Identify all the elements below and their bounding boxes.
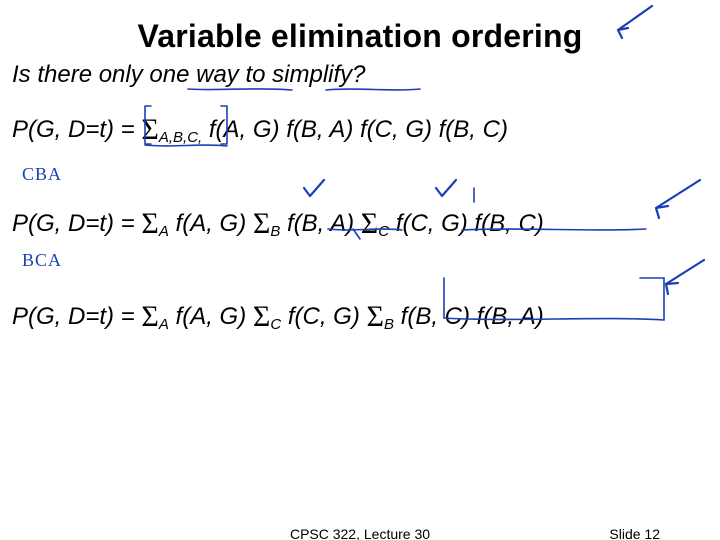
ink-arrow-eq3-right bbox=[660, 256, 710, 301]
sigma-icon: Σ bbox=[361, 207, 378, 240]
eq3-midC: f(C, G) bbox=[281, 303, 366, 330]
sigma-icon: Σ bbox=[141, 113, 158, 146]
eq2-lhs: P(G, D=t) = bbox=[12, 210, 141, 237]
eq2-subC: C bbox=[378, 223, 389, 240]
eq1-lhs: P(G, D=t) = bbox=[12, 116, 141, 143]
eq2-subA: A bbox=[159, 223, 169, 240]
ink-label-cba: CBA bbox=[22, 164, 62, 185]
slide: Variable elimination ordering Is there o… bbox=[0, 0, 720, 540]
sigma-icon: Σ bbox=[253, 300, 270, 333]
equation-3: P(G, D=t) = ΣA f(A, G) ΣC f(C, G) ΣB f(B… bbox=[12, 298, 708, 336]
eq3-subB: B bbox=[384, 316, 394, 333]
equation-1: P(G, D=t) = ΣA,B,C, f(A, G) f(B, A) f(C,… bbox=[12, 111, 708, 149]
equation-2: P(G, D=t) = ΣA f(A, G) ΣB f(B, A) ΣC f(C… bbox=[12, 205, 708, 243]
eq3-lhs: P(G, D=t) = bbox=[12, 303, 141, 330]
slide-title: Variable elimination ordering bbox=[12, 18, 708, 55]
eq2-midB: f(B, A) bbox=[280, 210, 360, 237]
eq2-subB: B bbox=[270, 223, 280, 240]
sigma-icon: Σ bbox=[253, 207, 270, 240]
eq3-rhs: f(B, C) f(B, A) bbox=[394, 303, 544, 330]
sigma-icon: Σ bbox=[141, 207, 158, 240]
footer-right: Slide 12 bbox=[609, 526, 660, 540]
eq3-subA: A bbox=[159, 316, 169, 333]
eq2-rhs: f(C, G) f(B, C) bbox=[389, 210, 544, 237]
slide-subtitle: Is there only one way to simplify? bbox=[12, 61, 708, 89]
eq3-subC: C bbox=[270, 316, 281, 333]
eq2-midA: f(A, G) bbox=[169, 210, 253, 237]
footer-center: CPSC 322, Lecture 30 bbox=[290, 526, 430, 540]
eq3-midA: f(A, G) bbox=[169, 303, 253, 330]
sigma-icon: Σ bbox=[367, 300, 384, 333]
eq1-rhs: f(A, G) f(B, A) f(C, G) f(B, C) bbox=[202, 116, 508, 143]
eq1-sub: A,B,C, bbox=[159, 129, 202, 146]
sigma-icon: Σ bbox=[141, 300, 158, 333]
ink-label-bca: BCA bbox=[22, 250, 62, 271]
